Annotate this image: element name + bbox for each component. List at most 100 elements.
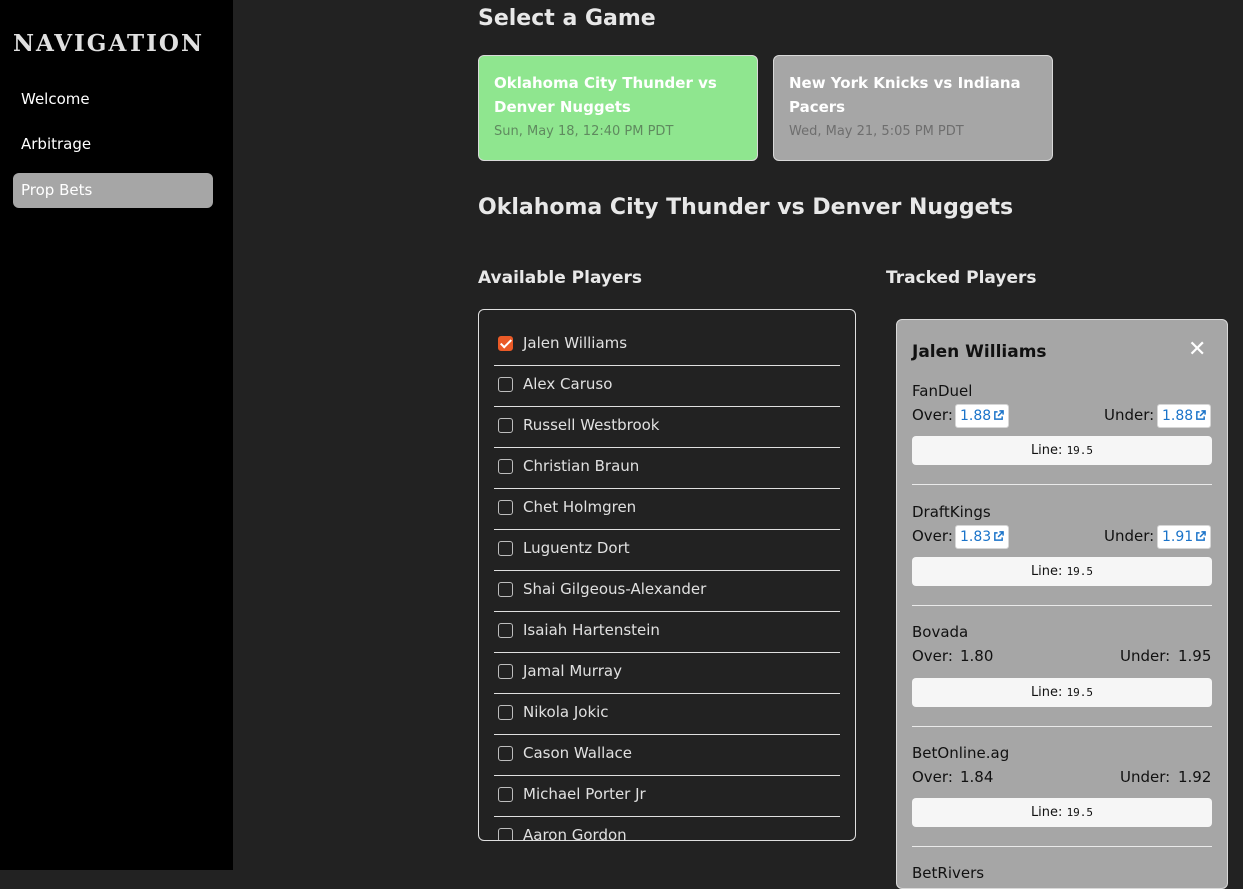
player-name: Cason Wallace xyxy=(523,744,632,762)
list-item[interactable]: Christian Braun xyxy=(494,448,840,489)
player-name: Jamal Murray xyxy=(523,662,622,680)
sportsbook-divider xyxy=(912,846,1212,847)
player-checkbox[interactable] xyxy=(498,664,513,679)
close-icon[interactable]: ✕ xyxy=(1188,337,1206,362)
sidebar: NAVIGATION Welcome Arbitrage Prop Bets xyxy=(0,0,233,870)
player-name: Luguentz Dort xyxy=(523,539,630,557)
available-players-heading: Available Players xyxy=(478,268,643,288)
tracked-players-heading: Tracked Players xyxy=(886,268,1037,288)
list-item[interactable]: Jamal Murray xyxy=(494,653,840,694)
list-item[interactable]: Michael Porter Jr xyxy=(494,776,840,817)
under-label: Under: xyxy=(1120,647,1171,665)
player-checkbox[interactable] xyxy=(498,336,513,351)
list-item[interactable]: Alex Caruso xyxy=(494,366,840,407)
player-checkbox[interactable] xyxy=(498,828,513,840)
nav-item-arbitrage[interactable]: Arbitrage xyxy=(13,127,213,162)
nav-title: NAVIGATION xyxy=(13,30,204,57)
player-checkbox[interactable] xyxy=(498,705,513,720)
external-link-icon xyxy=(993,406,1004,428)
line-button[interactable]: Line: 19.5 xyxy=(912,798,1212,827)
player-name: Nikola Jokic xyxy=(523,703,609,721)
game-card-okc-den[interactable]: Oklahoma City Thunder vs Denver Nuggets … xyxy=(478,55,758,161)
external-link-icon xyxy=(993,527,1004,549)
under-odds: 1.91 xyxy=(1162,529,1194,545)
player-name: Chet Holmgren xyxy=(523,498,637,516)
game-card-title: Oklahoma City Thunder vs Denver Nuggets xyxy=(494,74,717,116)
over-odds-link[interactable]: 1.88 xyxy=(955,404,1010,428)
available-players-list[interactable]: Jalen Williams Alex Caruso Russell Westb… xyxy=(478,309,856,841)
sportsbook-name: Bovada xyxy=(912,623,969,641)
line-button[interactable]: Line: 19.5 xyxy=(912,557,1212,586)
list-item[interactable]: Cason Wallace xyxy=(494,735,840,776)
external-link-icon xyxy=(1195,406,1206,428)
player-checkbox[interactable] xyxy=(498,459,513,474)
list-item[interactable]: Chet Holmgren xyxy=(494,489,840,530)
under-odds-link[interactable]: 1.91 xyxy=(1157,525,1212,549)
under-odds-link[interactable]: 1.88 xyxy=(1157,404,1212,428)
sportsbook-divider xyxy=(912,605,1212,606)
player-name: Shai Gilgeous-Alexander xyxy=(523,580,707,598)
line-value: 19.5 xyxy=(1066,686,1094,699)
line-button[interactable]: Line: 19.5 xyxy=(912,678,1212,707)
over-label: Over: xyxy=(912,406,953,424)
player-name: Aaron Gordon xyxy=(523,826,627,841)
nav-item-welcome[interactable]: Welcome xyxy=(13,82,213,117)
under-odds: 1.92 xyxy=(1178,768,1212,786)
nav-item-prop-bets[interactable]: Prop Bets xyxy=(13,173,213,208)
line-value: 19.5 xyxy=(1066,806,1094,819)
player-name: Michael Porter Jr xyxy=(523,785,646,803)
select-game-heading: Select a Game xyxy=(478,6,656,31)
list-item[interactable]: Shai Gilgeous-Alexander xyxy=(494,571,840,612)
list-item[interactable]: Nikola Jokic xyxy=(494,694,840,735)
over-label: Over: xyxy=(912,527,953,545)
game-card-title: New York Knicks vs Indiana Pacers xyxy=(789,74,1021,116)
sportsbook-name: BetOnline.ag xyxy=(912,744,1010,762)
player-name: Isaiah Hartenstein xyxy=(523,621,660,639)
list-item[interactable]: Aaron Gordon xyxy=(494,817,840,841)
list-item[interactable]: Isaiah Hartenstein xyxy=(494,612,840,653)
tracked-player-card: Jalen Williams ✕ FanDuel Over: 1.88 Unde… xyxy=(896,319,1228,889)
under-label: Under: xyxy=(1120,768,1171,786)
game-card-nyk-ind[interactable]: New York Knicks vs Indiana Pacers Wed, M… xyxy=(773,55,1053,161)
player-name: Alex Caruso xyxy=(523,375,613,393)
player-checkbox[interactable] xyxy=(498,582,513,597)
line-label: Line: xyxy=(1030,443,1063,458)
under-odds: 1.88 xyxy=(1162,408,1194,424)
game-card-date: Sun, May 18, 12:40 PM PDT xyxy=(494,124,674,139)
player-checkbox[interactable] xyxy=(498,418,513,433)
over-odds: 1.88 xyxy=(960,408,992,424)
player-checkbox[interactable] xyxy=(498,746,513,761)
list-item[interactable]: Luguentz Dort xyxy=(494,530,840,571)
player-checkbox[interactable] xyxy=(498,500,513,515)
sportsbook-name: DraftKings xyxy=(912,503,991,521)
sportsbook-name: BetRivers xyxy=(912,864,985,882)
sportsbook-name: FanDuel xyxy=(912,382,973,400)
sportsbook-divider xyxy=(912,484,1212,485)
player-name: Russell Westbrook xyxy=(523,416,660,434)
player-checkbox[interactable] xyxy=(498,541,513,556)
player-checkbox[interactable] xyxy=(498,623,513,638)
line-button[interactable]: Line: 19.5 xyxy=(912,436,1212,465)
line-label: Line: xyxy=(1030,564,1063,579)
player-checkbox[interactable] xyxy=(498,377,513,392)
list-item[interactable]: Russell Westbrook xyxy=(494,407,840,448)
under-label: Under: xyxy=(1104,406,1155,424)
over-odds: 1.80 xyxy=(960,647,994,665)
list-item[interactable]: Jalen Williams xyxy=(494,325,840,366)
player-checkbox[interactable] xyxy=(498,787,513,802)
under-label: Under: xyxy=(1104,527,1155,545)
sportsbook-divider xyxy=(912,726,1212,727)
line-value: 19.5 xyxy=(1066,565,1094,578)
external-link-icon xyxy=(1195,527,1206,549)
player-name: Christian Braun xyxy=(523,457,640,475)
tracked-player-name: Jalen Williams xyxy=(912,342,1047,362)
line-label: Line: xyxy=(1030,805,1063,820)
matchup-title: Oklahoma City Thunder vs Denver Nuggets xyxy=(478,195,1014,220)
over-odds-link[interactable]: 1.83 xyxy=(955,525,1010,549)
over-label: Over: xyxy=(912,768,953,786)
under-odds: 1.95 xyxy=(1178,647,1212,665)
over-odds: 1.84 xyxy=(960,768,994,786)
over-odds: 1.83 xyxy=(960,529,992,545)
line-label: Line: xyxy=(1030,685,1063,700)
player-name: Jalen Williams xyxy=(523,334,628,352)
